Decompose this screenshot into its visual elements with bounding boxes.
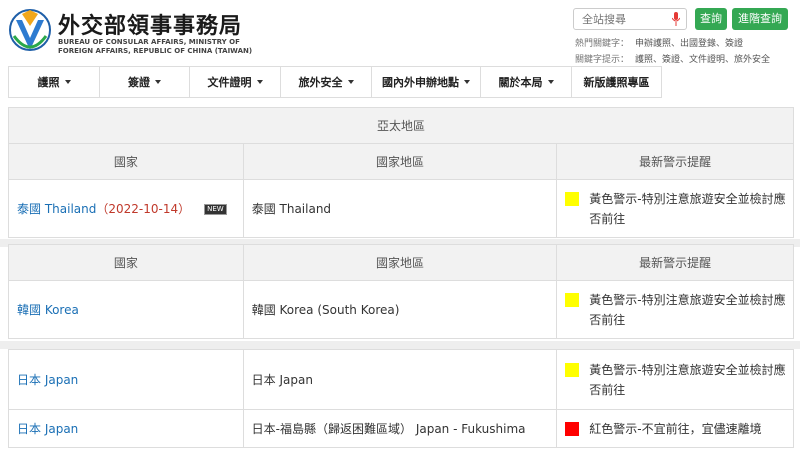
- table-row: 日本 Japan 日本 Japan 黃色警示-特別注意旅遊安全並檢討應否前往: [8, 349, 794, 410]
- nav-item-label: 旅外安全: [298, 76, 343, 89]
- nav-item-about[interactable]: 關於本局: [481, 66, 572, 98]
- nav-item-new-passport[interactable]: 新版護照專區: [572, 66, 662, 98]
- alert-cell: 黃色警示-特別注意旅遊安全並檢討應否前往: [556, 349, 794, 410]
- country-cell: 泰國 Thailand（2022-10-14） NEW: [8, 179, 244, 238]
- area-cell: 日本-福島縣（歸返困難區域） Japan - Fukushima: [242, 409, 558, 448]
- nav-item-passport[interactable]: 護照: [8, 66, 100, 98]
- nav-item-visa[interactable]: 簽證: [100, 66, 190, 98]
- column-header-alert: 最新警示提醒: [556, 244, 794, 281]
- hot-keywords-label: 熱門關鍵字：: [575, 39, 630, 49]
- nav-item-travel-safety[interactable]: 旅外安全: [281, 66, 372, 98]
- advanced-search-button[interactable]: 進階查詢: [732, 8, 788, 30]
- alert-text: 黃色警示-特別注意旅遊安全並檢討應否前往: [589, 191, 786, 226]
- nav-item-label: 文件證明: [207, 76, 252, 89]
- alert-cell: 黃色警示-特別注意旅遊安全並檢討應否前往: [556, 179, 794, 238]
- hot-keywords: 熱門關鍵字： 申辦護照、出國登錄、簽證: [575, 36, 743, 49]
- country-cell: 韓國 Korea: [8, 280, 244, 339]
- yellow-alert-icon: [565, 292, 580, 307]
- hint-keywords: 關鍵字提示： 護照、簽證、文件證明、旅外安全: [575, 52, 770, 65]
- chevron-down-icon: [64, 80, 71, 84]
- chevron-down-icon: [256, 80, 263, 84]
- chevron-down-icon: [155, 80, 161, 84]
- table-row: 韓國 Korea 韓國 Korea (South Korea) 黃色警示-特別注…: [8, 280, 794, 339]
- area-cell: 韓國 Korea (South Korea): [242, 280, 558, 339]
- country-link[interactable]: 韓國 Korea: [17, 303, 79, 317]
- alert-text: 黃色警示-特別注意旅遊安全並檢討應否前往: [589, 362, 786, 397]
- area-cell: 泰國 Thailand: [242, 179, 558, 238]
- nav-item-label: 國內外申辦地點: [382, 76, 459, 89]
- area-cell: 日本 Japan: [242, 349, 558, 410]
- chevron-down-icon: [347, 80, 354, 84]
- search-box[interactable]: [573, 8, 687, 30]
- yellow-alert-icon: [565, 191, 580, 206]
- alert-text: 紅色警示-不宜前往，宜儘速離境: [589, 421, 762, 436]
- nav-item-documents[interactable]: 文件證明: [190, 66, 281, 98]
- new-badge: NEW: [204, 204, 227, 215]
- site-title-english: BUREAU OF CONSULAR AFFAIRS, MINISTRY OF …: [58, 38, 253, 55]
- table-row: 泰國 Thailand（2022-10-14） NEW 泰國 Thailand 黃…: [8, 179, 794, 238]
- table-row: 日本 Japan 日本-福島縣（歸返困難區域） Japan - Fukushim…: [8, 409, 794, 448]
- country-cell: 日本 Japan: [8, 409, 244, 448]
- chevron-down-icon: [464, 80, 470, 84]
- nav-item-label: 護照: [37, 76, 60, 89]
- country-link[interactable]: 泰國 Thailand: [17, 202, 96, 216]
- column-header-country: 國家: [8, 244, 244, 281]
- alert-date: （2022-10-14）: [96, 202, 191, 216]
- country-link[interactable]: 日本 Japan: [17, 373, 78, 387]
- chevron-down-icon: [547, 80, 554, 84]
- site-title[interactable]: 外交部領事事務局: [58, 8, 242, 40]
- travel-alert-table-korea: 國家 國家地區 最新警示提醒 韓國 Korea 韓國 Korea (South …: [8, 244, 794, 339]
- nav-item-label: 關於本局: [498, 76, 543, 89]
- nav-item-locations[interactable]: 國內外申辦地點: [372, 66, 481, 98]
- main-nav: 護照 簽證 文件證明 旅外安全 國內外申辦地點 關於本局 新版護照專區: [8, 66, 662, 98]
- search-input[interactable]: [582, 9, 674, 29]
- hint-keywords-label: 關鍵字提示：: [575, 55, 630, 65]
- red-alert-icon: [565, 421, 580, 436]
- search-button[interactable]: 查詢: [695, 8, 727, 30]
- country-link[interactable]: 日本 Japan: [17, 422, 78, 436]
- site-header: 外交部領事事務局 BUREAU OF CONSULAR AFFAIRS, MIN…: [0, 0, 800, 66]
- yellow-alert-icon: [565, 362, 580, 377]
- column-header-area: 國家地區: [242, 143, 558, 180]
- nav-item-label: 簽證: [128, 76, 150, 89]
- column-header-country: 國家: [8, 143, 244, 180]
- alert-cell: 黃色警示-特別注意旅遊安全並檢討應否前往: [556, 280, 794, 339]
- bureau-logo-icon[interactable]: [8, 6, 52, 60]
- alert-text: 黃色警示-特別注意旅遊安全並檢討應否前往: [589, 292, 786, 327]
- alert-cell: 紅色警示-不宜前往，宜儘速離境: [556, 409, 794, 448]
- travel-alert-table-thailand: 亞太地區 國家 國家地區 最新警示提醒 泰國 Thailand（2022-10-…: [8, 107, 794, 238]
- region-title: 亞太地區: [8, 107, 794, 144]
- travel-alert-table-japan: 日本 Japan 日本 Japan 黃色警示-特別注意旅遊安全並檢討應否前往 日…: [8, 349, 794, 448]
- nav-item-label: 新版護照專區: [583, 76, 650, 89]
- column-header-alert: 最新警示提醒: [556, 143, 794, 180]
- hot-keywords-links[interactable]: 申辦護照、出國登錄、簽證: [635, 39, 743, 49]
- column-header-area: 國家地區: [242, 244, 558, 281]
- table-separator: [0, 341, 800, 349]
- hint-keywords-links[interactable]: 護照、簽證、文件證明、旅外安全: [635, 55, 770, 65]
- microphone-icon[interactable]: [672, 12, 680, 26]
- country-cell: 日本 Japan: [8, 349, 244, 410]
